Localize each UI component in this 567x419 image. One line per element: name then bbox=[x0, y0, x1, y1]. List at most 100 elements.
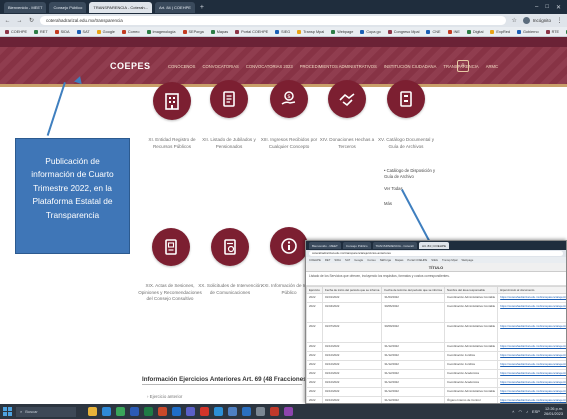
archive-icon[interactable] bbox=[387, 80, 425, 118]
side-list-item[interactable]: • Catálogo de Disposición y Guía de Arch… bbox=[384, 168, 444, 180]
overlay-bookmark-item[interactable]: Correo bbox=[367, 258, 376, 262]
table-cell-link[interactable]: https://coterahadrarizal.edu.mx/transpar… bbox=[497, 351, 566, 361]
forward-icon[interactable]: → bbox=[16, 18, 23, 24]
maximize-icon[interactable]: □ bbox=[545, 4, 549, 11]
overlay-bookmark-item[interactable]: SEPorga bbox=[380, 258, 391, 262]
url-input[interactable]: coterahadrarizal.edu.mx/transparencia bbox=[40, 16, 506, 25]
search-icon[interactable]: ⌕ bbox=[457, 60, 469, 72]
taskbar-clock[interactable]: 12:26 p.m. 26/01/2023 bbox=[544, 407, 563, 416]
site-menu-item[interactable]: CONVOCATORIAS 2023 bbox=[246, 64, 293, 69]
bookmark-item[interactable]: Webpage bbox=[331, 29, 353, 34]
settings-app-icon[interactable] bbox=[256, 407, 265, 416]
bookmark-item[interactable]: Mapas bbox=[210, 29, 228, 34]
overlay-bookmark-item[interactable]: Portal COEHPE bbox=[407, 258, 427, 262]
site-menu-item[interactable]: CONVOCATORIAS bbox=[202, 64, 238, 69]
media-app-icon[interactable] bbox=[270, 407, 279, 416]
bookmark-item[interactable]: Imagenología bbox=[146, 29, 176, 34]
overlay-bookmark-item[interactable]: SIEG bbox=[431, 258, 438, 262]
taskbar-search[interactable]: ⌕ Buscar bbox=[16, 406, 76, 417]
overlay-tab[interactable]: TRANSPARENCIA - Coterah bbox=[372, 242, 418, 249]
overlay-bookmark-item[interactable]: Google bbox=[354, 258, 363, 262]
handshake-icon[interactable] bbox=[328, 80, 366, 118]
bookmark-item[interactable]: SIEG bbox=[275, 29, 290, 34]
bookmark-item[interactable]: INE bbox=[447, 29, 460, 34]
bookmark-item[interactable]: RTE bbox=[545, 29, 559, 34]
site-menu-item[interactable]: CONÓCENOS bbox=[168, 64, 195, 69]
minimize-icon[interactable]: – bbox=[535, 4, 538, 11]
bookmark-item[interactable]: Digital bbox=[466, 29, 483, 34]
site-menu-item[interactable]: INSTITUCIÓN CIUDADANA bbox=[384, 64, 437, 69]
notes-app-icon[interactable] bbox=[284, 407, 293, 416]
profile-button[interactable]: Incógnito bbox=[522, 17, 551, 24]
site-menu-item[interactable]: ARMC bbox=[486, 64, 498, 69]
table-cell-link[interactable]: https://coterahadrarizal.edu.mx/transpar… bbox=[497, 342, 566, 352]
bookmark-item[interactable]: Correo bbox=[121, 29, 140, 34]
menu-dots-icon[interactable]: ⋮ bbox=[556, 17, 563, 24]
browser-tab[interactable]: Consejo Público bbox=[49, 1, 87, 13]
overlay-bookmark-item[interactable]: Webpage bbox=[461, 258, 473, 262]
bookmark-item[interactable]: SAT bbox=[76, 29, 90, 34]
table-cell-link[interactable]: https://coterahadrarizal.edu.mx/transpar… bbox=[497, 293, 566, 303]
new-tab-icon[interactable]: + bbox=[198, 4, 206, 11]
book-icon[interactable] bbox=[152, 228, 190, 266]
files-app-icon[interactable] bbox=[88, 407, 97, 416]
mail-app-icon[interactable] bbox=[242, 407, 251, 416]
bookmark-item[interactable]: Portal COEHPE bbox=[235, 29, 268, 34]
bookmark-item[interactable]: Transp Mpal bbox=[297, 29, 324, 34]
reload-icon[interactable]: ↻ bbox=[28, 17, 35, 24]
bookmark-item[interactable]: Google bbox=[96, 29, 115, 34]
site-logo[interactable]: COEPES bbox=[110, 61, 151, 71]
speaker-icon[interactable]: ♪ bbox=[526, 409, 528, 414]
chevron-up-icon[interactable]: ˄ bbox=[512, 409, 514, 414]
wifi-icon[interactable]: ◠ bbox=[518, 409, 522, 414]
overlay-bookmark-item[interactable]: COEHPE bbox=[309, 258, 321, 262]
acrobat-app-icon[interactable] bbox=[200, 407, 209, 416]
info-icon[interactable] bbox=[270, 227, 308, 265]
bookmark-item[interactable]: Gobierno bbox=[516, 29, 539, 34]
browser-tab[interactable]: Bienvenido - MEET bbox=[4, 1, 47, 13]
language-indicator[interactable]: ESP bbox=[532, 409, 540, 414]
money-hand-icon[interactable]: $ bbox=[270, 80, 308, 118]
document-list-icon[interactable] bbox=[210, 80, 248, 118]
side-list-item[interactable]: Más bbox=[384, 201, 392, 207]
bookmark-item[interactable]: Copa go bbox=[360, 29, 381, 34]
close-icon[interactable]: ✕ bbox=[556, 4, 561, 11]
overlay-bookmark-item[interactable]: Transp Mpal bbox=[442, 258, 457, 262]
outlook-app-icon[interactable] bbox=[172, 407, 181, 416]
store-app-icon[interactable] bbox=[228, 407, 237, 416]
star-icon[interactable]: ☆ bbox=[511, 17, 518, 24]
site-menu-item[interactable]: PROCEDIMIENTOS ADMINISTRATIVOS bbox=[300, 64, 377, 69]
side-list-item[interactable]: Ver Todas bbox=[384, 186, 403, 192]
browser-tab-active[interactable]: TRANSPARENCIA - Coterah... bbox=[89, 1, 152, 13]
excel-app-icon[interactable] bbox=[144, 407, 153, 416]
section-link[interactable]: › Ejercicio anterior bbox=[147, 394, 182, 399]
photos-app-icon[interactable] bbox=[214, 407, 223, 416]
bookmark-item[interactable]: ExpRed bbox=[490, 29, 510, 34]
bookmark-item[interactable]: SEPorga bbox=[182, 29, 204, 34]
building-icon[interactable] bbox=[153, 82, 191, 120]
overlay-url-input[interactable]: coterahadrarizal.edu.mx/transparencia/ej… bbox=[309, 251, 563, 256]
table-cell-link[interactable]: https://coterahadrarizal.edu.mx/transpar… bbox=[497, 369, 566, 379]
card-caption[interactable]: XX. Solicitudes de Intervención de Comun… bbox=[197, 283, 263, 296]
card-caption[interactable]: XIII. Ingresos Recibidos por Cualquier C… bbox=[256, 137, 322, 150]
bookmark-item[interactable]: CNE bbox=[426, 29, 441, 34]
table-cell-link[interactable]: https://coterahadrarizal.edu.mx/transpar… bbox=[497, 322, 566, 343]
back-icon[interactable]: ← bbox=[4, 18, 11, 24]
table-cell-link[interactable]: https://coterahadrarizal.edu.mx/transpar… bbox=[497, 378, 566, 388]
card-caption[interactable]: XIX. Actas de Sesiones, Opiniones y Reco… bbox=[137, 283, 203, 303]
edge-app-icon[interactable] bbox=[102, 407, 111, 416]
overlay-bookmark-item[interactable]: SIDA bbox=[334, 258, 341, 262]
bookmark-item[interactable]: RET bbox=[34, 29, 48, 34]
overlay-bookmark-item[interactable]: SAT bbox=[345, 258, 350, 262]
overlay-tab[interactable]: Bienvenido - MEET bbox=[309, 242, 341, 249]
table-cell-link[interactable]: https://coterahadrarizal.edu.mx/transpar… bbox=[497, 396, 566, 403]
table-cell-link[interactable]: https://coterahadrarizal.edu.mx/transpar… bbox=[497, 360, 566, 370]
word-app-icon[interactable] bbox=[130, 407, 139, 416]
teams-app-icon[interactable] bbox=[186, 407, 195, 416]
chrome-app-icon[interactable] bbox=[116, 407, 125, 416]
card-caption[interactable]: XV. Catálogo Documental y Guía de Archiv… bbox=[373, 137, 439, 150]
bookmark-item[interactable]: SIDA bbox=[54, 29, 70, 34]
powerpoint-app-icon[interactable] bbox=[158, 407, 167, 416]
overlay-tab-active[interactable]: Art. 84 | COEHPE bbox=[419, 242, 449, 249]
overlay-bookmark-item[interactable]: Mapas bbox=[395, 258, 403, 262]
